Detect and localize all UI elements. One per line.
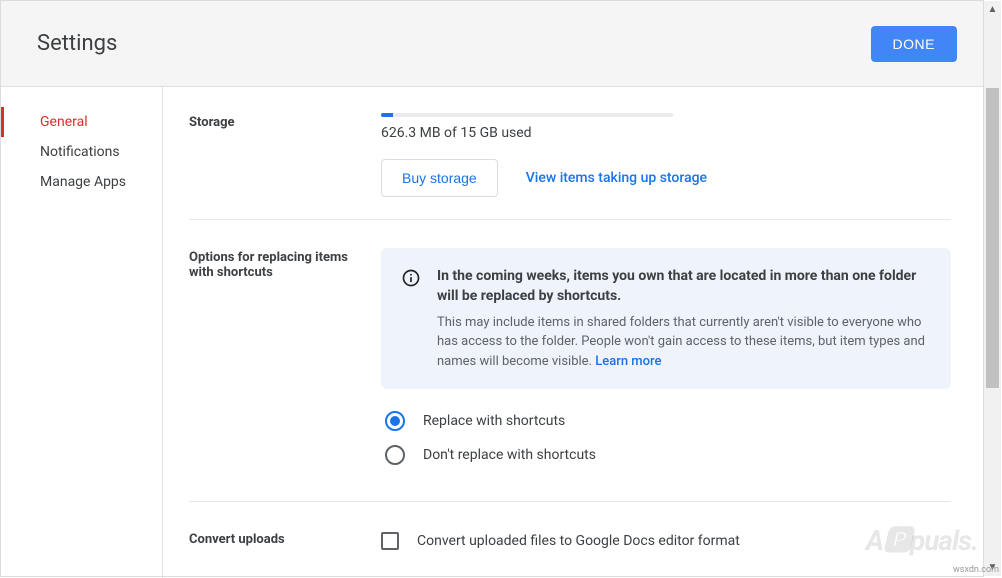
- storage-progress-fill: [381, 113, 393, 117]
- info-body: This may include items in shared folders…: [437, 313, 931, 372]
- scrollbar-thumb[interactable]: [986, 88, 999, 388]
- checkbox-icon-unchecked: [381, 532, 399, 550]
- checkbox-label: Convert uploaded files to Google Docs ed…: [417, 533, 740, 549]
- learn-more-link[interactable]: Learn more: [595, 354, 661, 369]
- dialog-body: General Notifications Manage Apps Storag…: [1, 87, 983, 578]
- done-button[interactable]: DONE: [871, 26, 957, 62]
- section-storage: Storage 626.3 MB of 15 GB used Buy stora…: [189, 107, 951, 220]
- dialog-title: Settings: [37, 31, 117, 56]
- settings-dialog: Settings DONE General Notifications Mana…: [0, 0, 984, 577]
- radio-icon-checked: [385, 411, 405, 431]
- section-label-shortcuts: Options for replacing items with shortcu…: [189, 248, 381, 479]
- radio-replace-with-shortcuts[interactable]: Replace with shortcuts: [385, 411, 951, 431]
- info-banner: In the coming weeks, items you own that …: [381, 248, 951, 389]
- sidebar-item-manage-apps[interactable]: Manage Apps: [1, 167, 162, 197]
- info-icon: [401, 268, 421, 288]
- radio-label: Replace with shortcuts: [423, 413, 565, 429]
- dialog-header: Settings DONE: [1, 1, 983, 87]
- info-body-text: This may include items in shared folders…: [437, 315, 925, 369]
- scrollbar-up-icon[interactable]: ▲: [984, 1, 1001, 18]
- radio-label: Don't replace with shortcuts: [423, 447, 596, 463]
- storage-used-text: 626.3 MB of 15 GB used: [381, 125, 951, 141]
- buy-storage-button[interactable]: Buy storage: [381, 159, 498, 197]
- sidebar-item-general[interactable]: General: [1, 107, 162, 137]
- info-headline: In the coming weeks, items you own that …: [437, 266, 931, 307]
- checkbox-convert-uploads[interactable]: Convert uploaded files to Google Docs ed…: [381, 532, 951, 550]
- watermark-small: wsxdn.com: [953, 565, 999, 575]
- section-convert-uploads: Convert uploads Convert uploaded files t…: [189, 524, 951, 550]
- view-storage-link[interactable]: View items taking up storage: [526, 170, 707, 186]
- radio-icon-unchecked: [385, 445, 405, 465]
- section-label-convert: Convert uploads: [189, 530, 381, 550]
- storage-progress-bar: [381, 113, 673, 117]
- settings-sidebar: General Notifications Manage Apps: [1, 87, 163, 578]
- section-shortcuts: Options for replacing items with shortcu…: [189, 242, 951, 502]
- radio-dont-replace[interactable]: Don't replace with shortcuts: [385, 445, 951, 465]
- settings-content: Storage 626.3 MB of 15 GB used Buy stora…: [163, 87, 983, 578]
- sidebar-item-notifications[interactable]: Notifications: [1, 137, 162, 167]
- scrollbar[interactable]: ▲ ▼: [984, 1, 1001, 576]
- section-label-storage: Storage: [189, 113, 381, 197]
